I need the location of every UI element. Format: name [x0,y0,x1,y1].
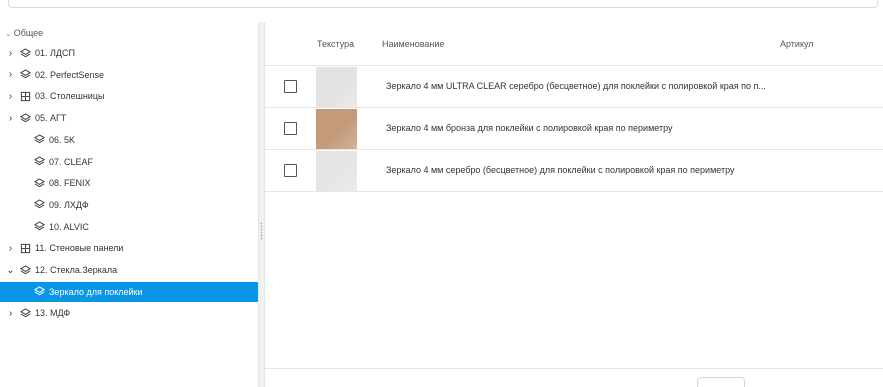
category-tree: ⌄ Общее › 01. ЛДСП › 02. PerfectSense › 03. С… [0,22,258,387]
table-row[interactable]: Зеркало 4 мм серебро (бесцветное) для по… [265,150,883,192]
layers-icon [33,177,45,189]
chevron-right-icon[interactable]: › [5,69,16,80]
layers-icon [33,199,45,211]
tree-root[interactable]: ⌄ Общее [5,28,43,38]
layers-icon [19,47,31,59]
tree-item-label: 06. 5K [49,134,76,145]
texture-swatch [316,109,357,149]
chevron-right-icon[interactable]: › [5,48,16,59]
row-name: Зеркало 4 мм серебро (бесцветное) для по… [386,165,735,175]
tree-item-label: 08. FENIX [49,178,91,189]
splitter-handle-icon[interactable] [260,222,263,240]
layers-icon [33,156,45,168]
tree-item[interactable]: › 01. ЛДСП [0,43,258,63]
product-grid: Текстура Наименование Артикул Зеркало 4 … [265,22,883,387]
chevron-right-icon[interactable]: › [5,113,16,124]
row-name: Зеркало 4 мм бронза для поклейки с полир… [386,123,673,133]
chevron-down-icon[interactable]: ⌄ [5,29,12,38]
tree-item[interactable]: Зеркало для поклейки [0,281,258,302]
cabinet-icon [19,242,31,254]
tree-item[interactable]: 10. ALVIC [0,217,258,237]
tree-item[interactable]: › 02. PerfectSense [0,65,258,85]
tree-item[interactable]: › 13. МДФ [0,303,258,323]
layers-icon [33,134,45,146]
tree-item-label: 03. Столешницы [35,91,105,102]
layers-icon [19,307,31,319]
tree-item-label: 13. МДФ [35,308,71,319]
layers-icon [19,112,31,124]
row-checkbox[interactable] [284,122,297,135]
column-header-texture[interactable]: Текстура [317,39,354,49]
texture-swatch [316,67,357,107]
row-name: Зеркало 4 мм ULTRA CLEAR серебро (бесцве… [386,81,766,91]
table-row[interactable]: Зеркало 4 мм бронза для поклейки с полир… [265,108,883,150]
column-header-article[interactable]: Артикул [780,39,814,49]
tree-item[interactable]: 07. CLEAF [0,152,258,172]
grid-footer [265,368,883,387]
tree-item-label: 05. АГТ [35,113,67,124]
tree-item[interactable]: › 11. Стеновые панели [0,238,258,258]
pager-control[interactable] [697,377,745,387]
chevron-right-icon[interactable]: › [5,91,16,102]
chevron-down-icon[interactable]: ⌄ [5,265,16,276]
row-checkbox[interactable] [284,164,297,177]
chevron-right-icon[interactable]: › [5,308,16,319]
tree-item[interactable]: › 05. АГТ [0,108,258,128]
panel-splitter[interactable] [258,22,265,387]
table-row[interactable]: Зеркало 4 мм ULTRA CLEAR серебро (бесцве… [265,66,883,108]
tree-item-label: 07. CLEAF [49,156,94,167]
layers-icon [33,221,45,233]
tree-root-label: Общее [13,28,44,38]
tree-item-label: Зеркало для поклейки [49,286,143,297]
chevron-right-icon[interactable]: › [5,243,16,254]
tree-item-label: 11. Стеновые панели [35,243,124,254]
tree-item[interactable]: 08. FENIX [0,173,258,193]
tree-item-label: 01. ЛДСП [35,48,75,58]
grid-header: Текстура Наименование Артикул [265,22,883,66]
tree-item[interactable]: ⌄ 12. Стекла.Зеркала [0,260,258,280]
layers-icon [33,286,45,298]
search-input[interactable] [8,0,878,8]
column-header-name[interactable]: Наименование [382,39,444,49]
tree-item-label: 09. ЛХДФ [49,199,89,210]
layers-icon [19,264,31,276]
layers-icon [19,69,31,81]
tree-item[interactable]: 09. ЛХДФ [0,195,258,215]
texture-swatch [316,151,357,191]
tree-item-label: 02. PerfectSense [35,69,105,80]
row-checkbox[interactable] [284,80,297,93]
tree-item-label: 12. Стекла.Зеркала [35,265,118,275]
tree-item[interactable]: 06. 5K [0,130,258,150]
tree-item-label: 10. ALVIC [49,221,89,232]
tree-item[interactable]: › 03. Столешницы [0,86,258,106]
cabinet-icon [19,90,31,102]
